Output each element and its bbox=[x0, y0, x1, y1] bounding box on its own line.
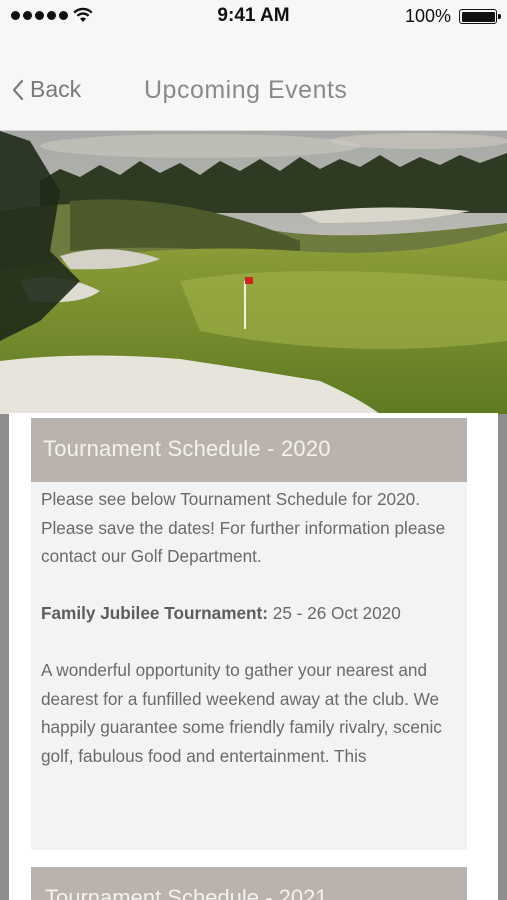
event-name: Family Jubilee Tournament: bbox=[41, 603, 268, 623]
event-description: A wonderful opportunity to gather your n… bbox=[41, 660, 442, 766]
page-title: Upcoming Events bbox=[144, 76, 348, 104]
battery-icon bbox=[459, 9, 501, 24]
battery-percentage: 100% bbox=[404, 6, 451, 26]
section-header-2021[interactable]: Tournament Schedule - 2021 bbox=[31, 867, 467, 900]
content-card: Tournament Schedule - 2020 Please see be… bbox=[9, 413, 498, 900]
navigation-bar: Back Upcoming Events bbox=[0, 34, 507, 131]
back-button-label: Back bbox=[30, 76, 82, 102]
golf-course-photo bbox=[0, 131, 507, 414]
accordion-section-2020: Tournament Schedule - 2020 Please see be… bbox=[31, 418, 467, 850]
status-bar: 9:41 AM 100% bbox=[0, 0, 507, 34]
section-body-2020: Please see below Tournament Schedule for… bbox=[31, 482, 467, 850]
section-header-2020[interactable]: Tournament Schedule - 2020 bbox=[31, 418, 467, 482]
event-entry: Family Jubilee Tournament: 25 - 26 Oct 2… bbox=[41, 599, 457, 628]
battery-level-fill bbox=[461, 11, 495, 22]
event-dates: 25 - 26 Oct 2020 bbox=[267, 603, 401, 623]
intro-text: Please see below Tournament Schedule for… bbox=[41, 489, 446, 566]
chevron-left-icon bbox=[12, 79, 24, 100]
back-button[interactable]: Back bbox=[12, 76, 81, 103]
hero-image bbox=[0, 131, 507, 414]
